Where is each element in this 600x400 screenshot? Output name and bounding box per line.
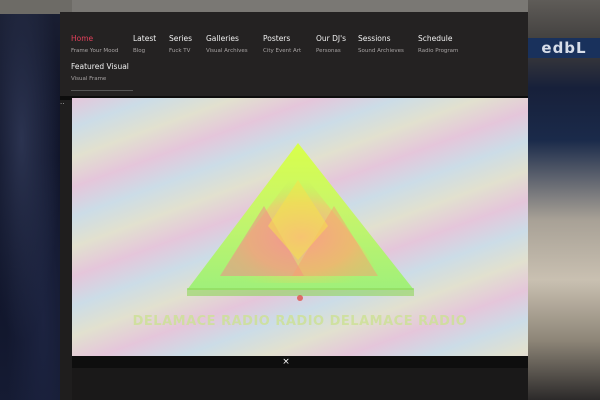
nav-sublabel: Blog: [133, 48, 146, 54]
nav-sublabel: Visual Frame: [71, 76, 107, 82]
nav-sublabel: Personas: [316, 48, 341, 54]
nav-label: Featured Visual: [71, 62, 129, 71]
nav-sublabel: Frame Your Mood: [71, 48, 119, 54]
nav-item-sessions[interactable]: Sessions Sound Archieves: [358, 34, 404, 56]
nav-item-series[interactable]: Series Fuck TV: [169, 34, 192, 56]
nav-item-featured-visual[interactable]: Featured Visual Visual Frame: [71, 62, 129, 84]
nav-item-posters[interactable]: Posters City Event Art: [263, 34, 301, 56]
nav-label: Sessions: [358, 34, 391, 43]
nav-label: Our DJ's: [316, 34, 347, 43]
nav-label: Latest: [133, 34, 157, 43]
nav-sublabel: Fuck TV: [169, 48, 191, 54]
background-photo-right: [528, 0, 600, 400]
nav-label: Home: [71, 34, 94, 43]
sidebar-dots: ..: [60, 98, 65, 106]
nav-item-schedule[interactable]: Schedule Radio Program: [418, 34, 458, 56]
close-icon[interactable]: ×: [279, 355, 293, 369]
background-sign: edbL: [528, 38, 600, 58]
page-footer: [72, 368, 528, 400]
nav-sublabel: Radio Program: [418, 48, 459, 54]
nav-sublabel: Sound Archieves: [358, 48, 404, 54]
nav-sublabel: City Event Art: [263, 48, 302, 54]
featured-visual[interactable]: DELAMACE RADIO RADIO DELAMACE RADIO: [72, 98, 528, 356]
nav-divider: [71, 90, 133, 91]
nav-label: Series: [169, 34, 193, 43]
nav-label: Posters: [263, 34, 291, 43]
nav-sublabel: Visual Archives: [206, 48, 248, 54]
visual-caption: DELAMACE RADIO RADIO DELAMACE RADIO: [132, 314, 468, 329]
nav-item-home[interactable]: Home Frame Your Mood: [71, 34, 118, 56]
main-navigation: Home Frame Your Mood Latest Blog Series …: [60, 12, 528, 96]
nav-label: Schedule: [418, 34, 453, 43]
triangle-base-shadow: [187, 288, 414, 296]
nav-item-galleries[interactable]: Galleries Visual Archives: [206, 34, 248, 56]
nav-label: Galleries: [206, 34, 239, 43]
nav-item-latest[interactable]: Latest Blog: [133, 34, 156, 56]
triangle-base-dot: [297, 295, 303, 301]
visual-bottom-bar: [72, 356, 528, 368]
nav-item-our-djs[interactable]: Our DJ's Personas: [316, 34, 346, 56]
background-top-strip: [72, 0, 528, 12]
